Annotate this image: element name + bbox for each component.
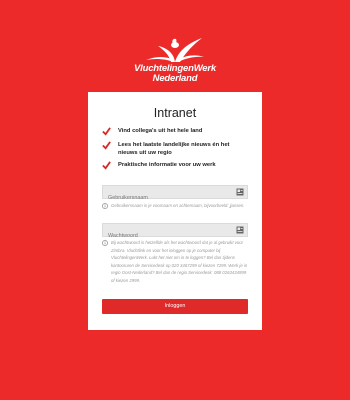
feature-item: Vind collega's uit het hele land <box>102 127 203 136</box>
contact-card-icon <box>236 226 244 234</box>
check-icon <box>102 127 111 136</box>
feature-item: Lees het laatste landelijke nieuws én he… <box>102 141 248 157</box>
password-field[interactable] <box>102 223 248 242</box>
bird-icon <box>146 38 204 62</box>
brand-logo: VluchtelingenWerk Nederland <box>0 36 350 96</box>
contact-card-icon <box>236 188 244 196</box>
page-title: Intranet <box>153 106 197 120</box>
info-icon <box>102 240 108 246</box>
feature-text: Lees het laatste landelijke nieuws én he… <box>118 142 230 156</box>
username-hint: Gebruikersnaam is je voornaam en achtern… <box>102 202 248 210</box>
username-hint-text: Gebruikersnaam is je voornaam en achtern… <box>111 203 245 208</box>
check-icon <box>102 141 111 150</box>
username-field[interactable] <box>102 185 248 204</box>
login-button[interactable]: Inloggen <box>102 299 248 314</box>
info-icon <box>102 203 108 209</box>
feature-text: Praktische informatie voor uw werk <box>118 162 216 168</box>
password-hint-text: Bij wachtwoord is hetzelfde als het wach… <box>111 240 248 283</box>
brand-country: Nederland <box>152 73 198 84</box>
login-card: Intranet Vind collega's uit het hele lan… <box>88 92 262 330</box>
feature-text: Vind collega's uit het hele land <box>118 128 203 134</box>
password-hint: Bij wachtwoord is hetzelfde als het wach… <box>102 239 248 284</box>
feature-item: Praktische informatie voor uw werk <box>102 161 216 170</box>
check-icon <box>102 161 111 170</box>
